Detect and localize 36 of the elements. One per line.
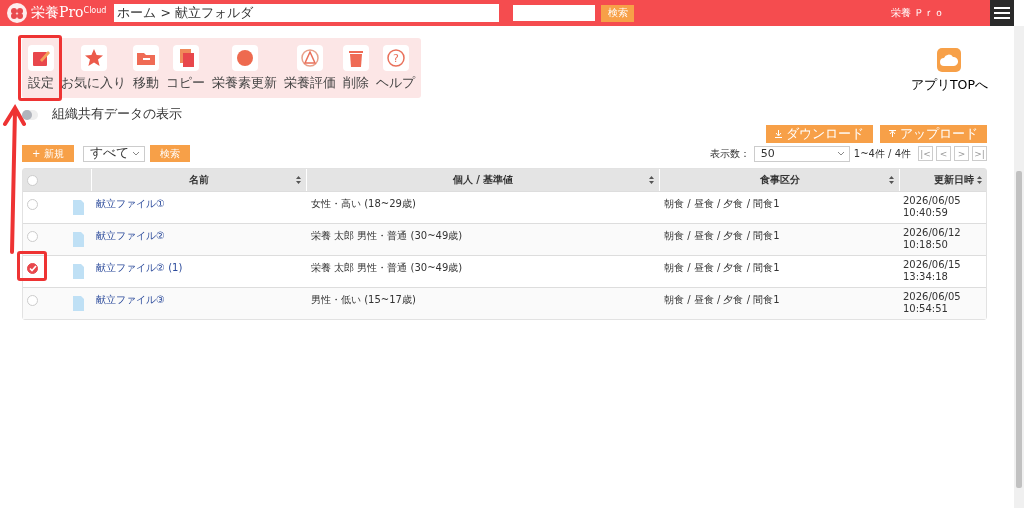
logo-superscript: Cloud: [83, 6, 107, 15]
filter-select[interactable]: すべて: [82, 145, 145, 162]
toggle-label: 組織共有データの表示: [52, 106, 182, 123]
toolbar-button[interactable]: コピー: [166, 45, 205, 92]
file-link[interactable]: 献立ファイル②: [96, 230, 165, 241]
logo-text: 栄養Pro: [31, 4, 84, 22]
help-icon: ?: [385, 48, 406, 68]
user-name: 栄養 Ｐｒｏ: [890, 6, 944, 20]
app-top-button[interactable]: アプリTOPへ: [911, 48, 988, 94]
table-cell: 朝食 / 昼食 / 夕食 / 間食1: [664, 294, 780, 305]
table-cell: 朝食 / 昼食 / 夕食 / 間食1: [664, 230, 780, 241]
column-header[interactable]: 個人 / 基準値: [452, 173, 514, 187]
table-cell: 朝食 / 昼食 / 夕食 / 間食1: [664, 262, 780, 273]
table-cell: 男性・低い (15~17歳): [311, 294, 416, 305]
page-size-select[interactable]: 50: [753, 145, 850, 162]
column-header[interactable]: 名前: [189, 173, 209, 187]
table-cell: 女性・高い (18~29歳): [311, 198, 416, 209]
toolbar-button[interactable]: お気に入り: [61, 45, 126, 92]
table-cell-text: 2026/06/05 10:40:59: [903, 195, 962, 219]
column-header[interactable]: 更新日時: [934, 173, 974, 187]
table-cell: 栄養 太郎 男性・普通 (30~49歳): [311, 230, 463, 241]
table-cell-text: 2026/06/12 10:18:50: [903, 227, 962, 251]
file-link[interactable]: 献立ファイル①: [96, 198, 165, 209]
range-text: 1~4件 / 4件: [853, 146, 911, 161]
table-cell-text: 2026/06/15 13:34:18: [903, 259, 962, 283]
toolbar-button[interactable]: 栄養素更新: [212, 45, 277, 92]
page-size-label: 表示数：: [709, 146, 750, 161]
file-link[interactable]: 献立ファイル③: [96, 294, 165, 305]
column-header[interactable]: 食事区分: [759, 173, 800, 187]
table-cell: 朝食 / 昼食 / 夕食 / 間食1: [664, 198, 780, 209]
breadcrumb-field[interactable]: ホーム > 献立フォルダ: [114, 4, 500, 22]
table-cell: 栄養 太郎 男性・普通 (30~49歳): [311, 262, 463, 273]
toolbar-button[interactable]: ? ヘルプ: [376, 45, 415, 92]
toolbar-button[interactable]: 栄養評価: [284, 45, 336, 92]
file-link[interactable]: 献立ファイル② (1): [96, 262, 183, 273]
table-cell-text: 2026/06/05 10:54:51: [903, 291, 962, 315]
